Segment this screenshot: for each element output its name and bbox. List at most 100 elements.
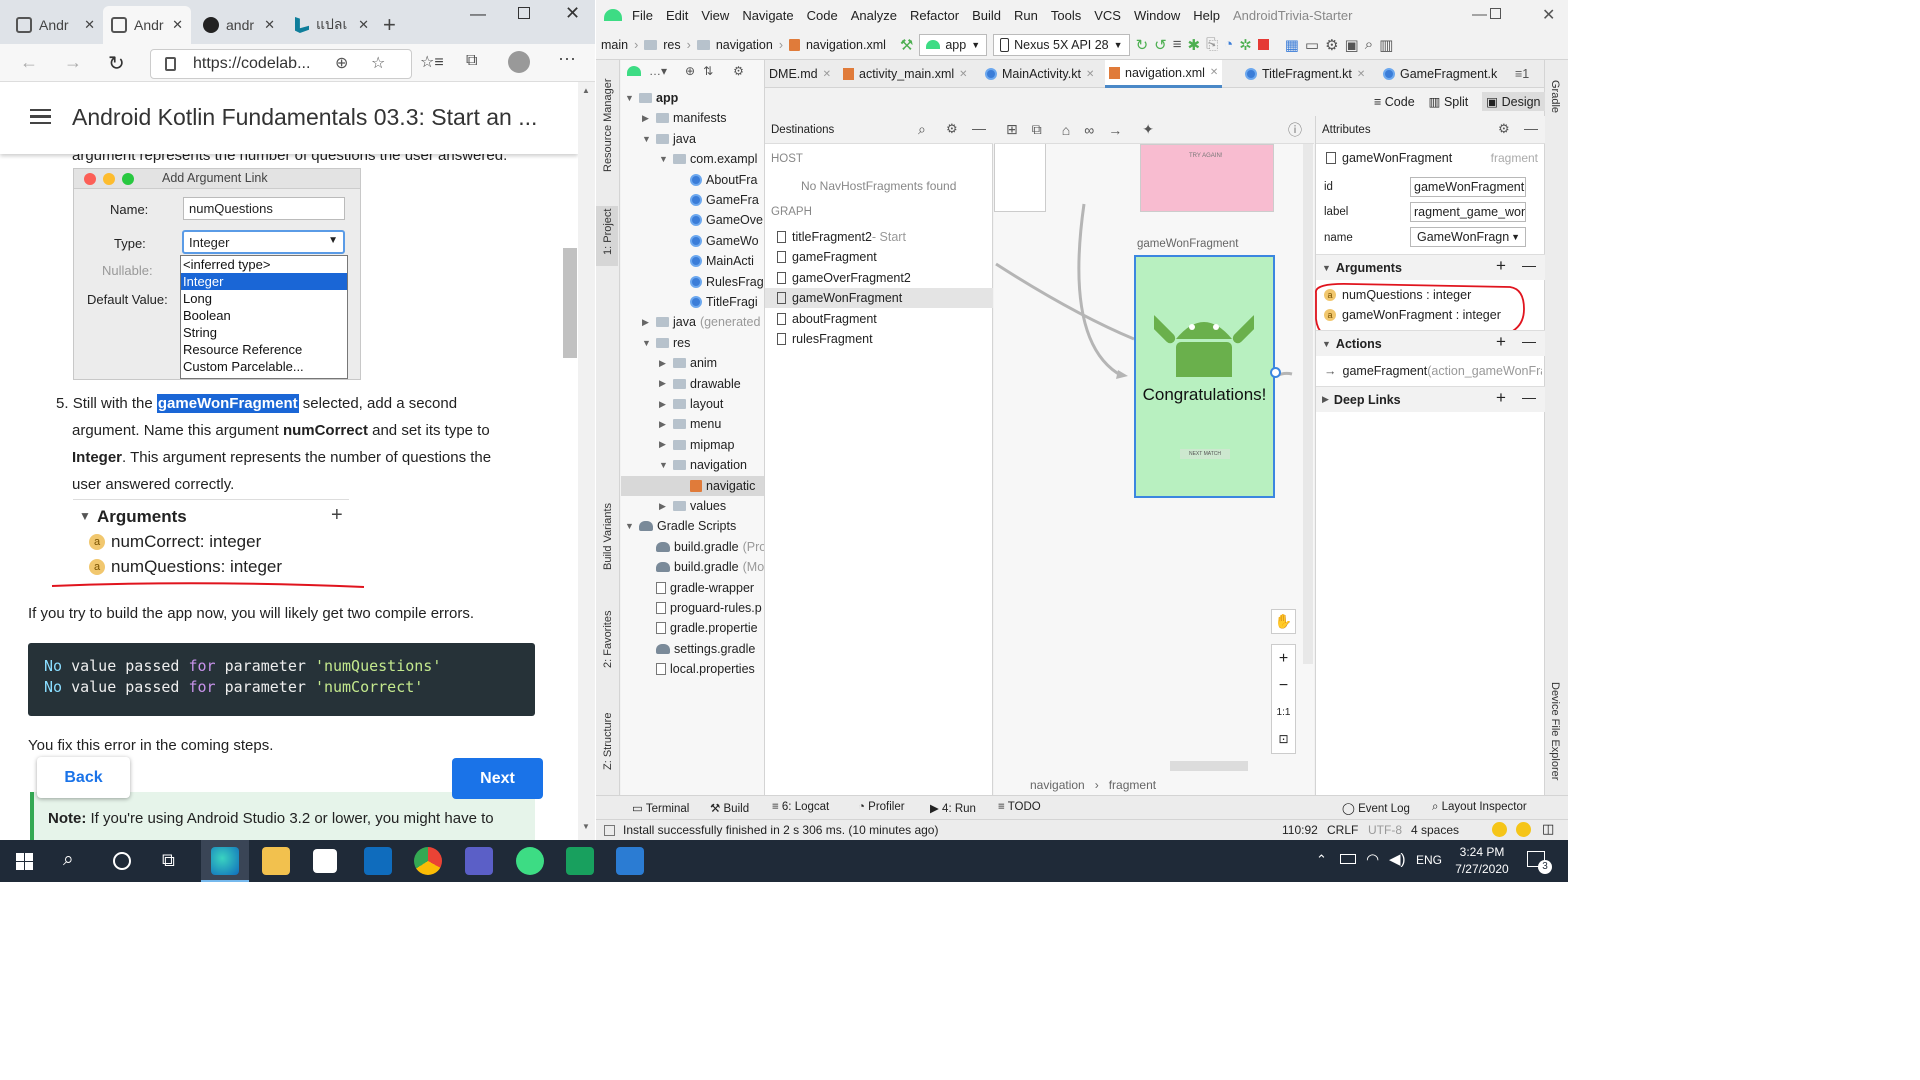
resource-manager-tab[interactable]: Resource Manager xyxy=(602,78,614,172)
browser-tab-1[interactable]: Andr ✕ xyxy=(8,6,103,44)
project-tree-item[interactable]: AboutFra xyxy=(676,170,757,190)
browser-tab-4[interactable]: แปลเ ✕ xyxy=(287,6,377,44)
project-tree-item[interactable]: ▶ layout xyxy=(659,394,723,414)
nav-graph-canvas[interactable]: TRY AGAIN! gameWonFragment Congratulatio… xyxy=(994,144,1314,775)
expand-arrow-icon[interactable]: ▶ xyxy=(659,501,669,512)
dropdown-option[interactable]: Custom Parcelable... xyxy=(181,358,347,375)
project-tree-item[interactable]: build.gradle (Mo xyxy=(642,557,764,577)
app-taskbar-icon[interactable] xyxy=(566,847,594,875)
project-tab[interactable]: 1: Project xyxy=(602,209,614,255)
editor-tab[interactable]: activity_main.xml ✕ xyxy=(839,60,972,88)
remove-action-icon[interactable]: — xyxy=(1522,333,1536,349)
apply-changes-icon[interactable]: ↻ xyxy=(1136,36,1149,54)
expand-arrow-icon[interactable]: ▼ xyxy=(642,134,652,144)
menu-help[interactable]: Help xyxy=(1193,8,1220,23)
project-tree-item[interactable]: ▼ app xyxy=(625,88,678,108)
edge-browser-icon[interactable] xyxy=(211,847,239,875)
battery-icon[interactable] xyxy=(1340,854,1356,864)
menu-tools[interactable]: Tools xyxy=(1051,8,1081,23)
dropdown-option[interactable]: Boolean xyxy=(181,307,347,324)
tab-overflow-button[interactable]: ≡1 xyxy=(1511,60,1533,88)
deep-links-section[interactable]: ▶ Deep Links + — xyxy=(1316,386,1545,412)
project-tree-item[interactable]: GameFra xyxy=(676,190,759,210)
menu-refactor[interactable]: Refactor xyxy=(910,8,959,23)
expand-arrow-icon[interactable]: ▶ xyxy=(642,317,652,328)
terminal-tab[interactable]: ▭ Terminal xyxy=(632,801,689,815)
event-log-tab[interactable]: ◯ Event Log xyxy=(1342,801,1410,815)
zoom-actual-size[interactable]: 1:1 xyxy=(1272,699,1295,726)
breadcrumb-main[interactable]: main xyxy=(601,38,628,52)
file-explorer-icon[interactable] xyxy=(262,847,290,875)
add-argument-icon[interactable]: + xyxy=(1496,256,1506,276)
todo-tab[interactable]: ≡ TODO xyxy=(998,801,1041,813)
view-dropdown[interactable]: …▾ xyxy=(649,64,667,78)
menu-build[interactable]: Build xyxy=(972,8,1001,23)
teams-icon[interactable] xyxy=(465,847,493,875)
notifications-icon[interactable]: ◫ xyxy=(1542,821,1554,837)
minimize-button[interactable]: — xyxy=(470,6,486,24)
expand-arrow-icon[interactable]: ▶ xyxy=(659,378,669,389)
collapse-all-icon[interactable]: ⇅ xyxy=(703,64,713,78)
collections-icon[interactable]: ⧉ xyxy=(466,52,477,70)
dropdown-option-selected[interactable]: Integer xyxy=(181,273,347,290)
menu-window[interactable]: Window xyxy=(1134,8,1180,23)
expand-arrow-icon[interactable]: ▶ xyxy=(659,399,669,410)
close-icon[interactable]: ✕ xyxy=(1086,69,1094,80)
project-tree-item[interactable]: ▼ navigation xyxy=(659,455,747,475)
project-tree-item[interactable]: ▶ menu xyxy=(659,414,721,434)
url-field[interactable]: https://codelab... ⊕ ☆ xyxy=(150,49,412,79)
project-tree-item[interactable]: ▼ com.exampl xyxy=(659,149,757,169)
profile-icon[interactable]: ◔ xyxy=(1224,36,1233,53)
menu-edit[interactable]: Edit xyxy=(666,8,688,23)
run-tests-icon[interactable]: ✲ xyxy=(1239,36,1252,54)
scrollbar-thumb[interactable] xyxy=(563,248,577,358)
clock[interactable]: 3:24 PM 7/27/2020 xyxy=(1452,844,1512,878)
dropdown-option[interactable]: Resource Reference xyxy=(181,341,347,358)
android-studio-taskbar-icon[interactable] xyxy=(516,847,544,875)
close-icon[interactable]: ✕ xyxy=(1357,69,1365,80)
gear-icon[interactable]: ⚙ xyxy=(946,121,958,137)
action-handle[interactable] xyxy=(1270,367,1281,378)
device-manager-icon[interactable]: ⚙ xyxy=(1325,36,1338,54)
auto-arrange-icon[interactable]: ✦ xyxy=(1142,121,1154,138)
destination-item[interactable]: rulesFragment xyxy=(765,329,993,349)
search-icon[interactable]: ⌕ xyxy=(918,121,926,138)
task-view-icon[interactable]: ⧉ xyxy=(162,850,175,871)
nested-graph-icon[interactable]: ⧉ xyxy=(1032,121,1042,138)
project-tree-item[interactable]: ▶ values xyxy=(659,496,726,516)
gradle-tab[interactable]: Gradle xyxy=(1549,80,1561,113)
project-tree-item[interactable]: proguard-rules.p xyxy=(642,598,762,618)
project-tree-item[interactable]: TitleFragi xyxy=(676,292,758,312)
canvas-hscroll[interactable] xyxy=(1170,761,1248,771)
name-input[interactable]: numQuestions xyxy=(183,197,345,220)
expand-arrow-icon[interactable]: ▼ xyxy=(659,460,669,470)
close-icon[interactable]: ✕ xyxy=(84,17,95,33)
show-hidden-icons[interactable]: ⌃ xyxy=(1316,852,1327,868)
project-tree-item[interactable]: RulesFrag xyxy=(676,272,764,292)
menu-run[interactable]: Run xyxy=(1014,8,1038,23)
happy-feedback-icon[interactable] xyxy=(1492,822,1507,837)
deep-link-icon[interactable]: ∞ xyxy=(1084,122,1094,138)
dropdown-option[interactable]: <inferred type> xyxy=(181,256,347,273)
language-indicator[interactable]: ENG xyxy=(1416,853,1442,867)
menu-view[interactable]: View xyxy=(701,8,729,23)
destination-item[interactable]: gameFragment xyxy=(765,247,993,267)
project-tree-item[interactable]: settings.gradle xyxy=(642,639,755,659)
project-tree-item[interactable]: ▶ manifests xyxy=(642,108,727,128)
close-icon[interactable]: ✕ xyxy=(172,17,183,33)
gear-icon[interactable]: ⚙ xyxy=(1498,121,1510,137)
favorites-tab[interactable]: 2: Favorites xyxy=(602,611,614,668)
destination-item[interactable]: aboutFragment xyxy=(765,309,993,329)
layout-inspector-tab[interactable]: ⌕ Layout Inspector xyxy=(1432,801,1527,814)
gear-icon[interactable]: ⚙ xyxy=(733,64,744,78)
add-action-icon[interactable]: → xyxy=(1108,122,1122,138)
menu-vcs[interactable]: VCS xyxy=(1094,8,1121,23)
dropdown-option[interactable]: Long xyxy=(181,290,347,307)
close-icon[interactable]: ✕ xyxy=(264,17,275,33)
sync-icon[interactable]: ≡ xyxy=(1173,36,1182,53)
name-select[interactable]: GameWonFragn ▼ xyxy=(1410,227,1526,247)
expand-arrow-icon[interactable]: ▼ xyxy=(659,154,669,164)
project-tree-item[interactable]: local.properties xyxy=(642,659,755,679)
project-tree-item[interactable]: ▼ java xyxy=(642,129,696,149)
project-tree-item[interactable]: gradle.propertie xyxy=(642,618,758,638)
